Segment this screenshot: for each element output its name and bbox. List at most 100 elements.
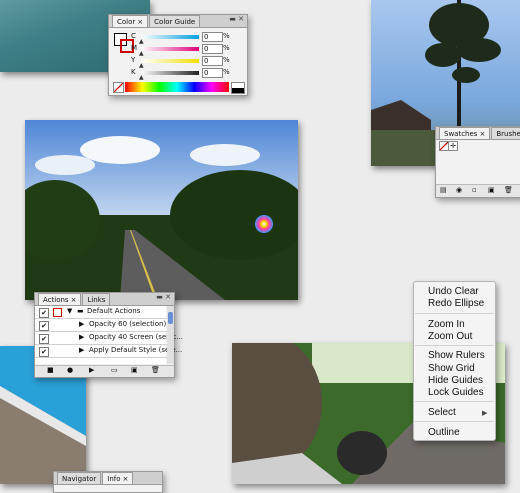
- folder-icon: ▬: [77, 307, 84, 315]
- color-panel-tabbar: Color × Color Guide ▬ ✕: [109, 15, 247, 28]
- actions-panel-tabbar: Actions × Links ▬ ✕: [35, 293, 174, 306]
- menu-item-show-rulers[interactable]: Show Rulers: [428, 350, 485, 361]
- show-kinds-icon[interactable]: ◉: [456, 186, 462, 194]
- actions-list: ✔ ▼ ▬ Default Actions ✔ ▶ Opacity 60 (se…: [35, 306, 183, 364]
- action-row[interactable]: ✔ ▶ Opacity 40 Screen (selec...: [35, 332, 183, 345]
- slider-thumb-icon[interactable]: ▲: [139, 74, 144, 81]
- play-icon[interactable]: ▶: [89, 366, 94, 374]
- actions-toolbar: ■ ● ▶ ▭ ▣ 🗑: [35, 365, 174, 377]
- color-spectrum-bar[interactable]: [125, 82, 229, 92]
- none-swatch-icon: [113, 82, 124, 93]
- scrollbar-thumb[interactable]: [168, 312, 173, 324]
- black-value-field[interactable]: 0: [202, 68, 223, 78]
- tab-actions[interactable]: Actions ×: [38, 293, 82, 305]
- stop-icon[interactable]: ■: [47, 366, 54, 374]
- checkmark-icon[interactable]: ✔: [39, 347, 49, 357]
- busy-spinner-icon: [255, 215, 273, 233]
- expand-arrow-icon[interactable]: ▶: [79, 320, 84, 328]
- black-label: K: [131, 68, 136, 76]
- action-set-label: Default Actions: [87, 307, 141, 315]
- tab-color-guide[interactable]: Color Guide: [149, 15, 201, 27]
- yellow-slider-row[interactable]: Y ▲ 0 %: [131, 56, 241, 69]
- new-set-icon[interactable]: ▭: [111, 366, 118, 374]
- swatch-registration[interactable]: ✛: [448, 141, 458, 151]
- actions-scrollbar[interactable]: [167, 306, 174, 364]
- expand-arrow-icon[interactable]: ▼: [67, 307, 72, 315]
- swatches-toolbar: ▤ ◉ ▫ ▣ 🗑: [436, 184, 520, 197]
- yellow-unit: %: [223, 56, 230, 64]
- menu-item-show-grid[interactable]: Show Grid: [428, 363, 475, 374]
- tab-brushes[interactable]: Brushes: [491, 127, 520, 139]
- menu-separator: [415, 313, 494, 314]
- close-icon[interactable]: ×: [479, 130, 485, 138]
- cyan-label: C: [131, 32, 136, 40]
- menu-separator: [415, 421, 494, 422]
- navigator-panel[interactable]: Navigator Info ×: [53, 471, 163, 493]
- magenta-label: M: [131, 44, 138, 52]
- cyan-slider-row[interactable]: C ▲ 0 %: [131, 32, 241, 45]
- swatch-library-icon[interactable]: ▤: [440, 186, 447, 194]
- tab-links[interactable]: Links: [82, 293, 111, 305]
- swatches-panel-tabbar: Swatches× Brushes: [436, 127, 520, 140]
- cyan-unit: %: [223, 32, 230, 40]
- record-icon[interactable]: ●: [67, 366, 73, 374]
- new-swatch-icon[interactable]: ▣: [488, 186, 495, 194]
- none-swatch[interactable]: [113, 82, 124, 93]
- panel-window-buttons[interactable]: ▬ ✕: [229, 15, 244, 23]
- delete-icon[interactable]: 🗑: [504, 186, 513, 194]
- magenta-slider[interactable]: [141, 47, 199, 51]
- cyan-slider[interactable]: [141, 35, 199, 39]
- tab-color[interactable]: Color ×: [112, 15, 149, 27]
- tab-swatches[interactable]: Swatches ×: [439, 127, 491, 139]
- close-icon[interactable]: ×: [123, 475, 129, 483]
- tab-navigator[interactable]: Navigator: [57, 472, 102, 484]
- menu-item-outline[interactable]: Outline: [428, 427, 460, 438]
- checkmark-icon[interactable]: ✔: [39, 308, 49, 318]
- panel-window-buttons[interactable]: ▬ ✕: [156, 293, 171, 301]
- menu-item-zoom-out[interactable]: Zoom Out: [428, 331, 472, 342]
- black-slider[interactable]: [141, 71, 199, 75]
- context-menu: Undo Clear Redo Ellipse Zoom In Zoom Out…: [413, 281, 496, 441]
- black-unit: %: [223, 68, 230, 76]
- action-set-row[interactable]: ✔ ▼ ▬ Default Actions: [35, 306, 170, 319]
- tab-info[interactable]: Info ×: [102, 472, 134, 484]
- yellow-value-field[interactable]: 0: [202, 56, 223, 66]
- menu-item-undo-clear[interactable]: Undo Clear: [428, 286, 479, 297]
- navigator-panel-tabbar: Navigator Info ×: [54, 472, 162, 485]
- magenta-slider-row[interactable]: M ▲ 0 %: [131, 44, 241, 57]
- menu-item-lock-guides[interactable]: Lock Guides: [428, 387, 484, 398]
- action-label: Opacity 60 (selection): [89, 320, 167, 328]
- yellow-slider[interactable]: [141, 59, 199, 63]
- road-landscape: [25, 120, 298, 300]
- menu-item-hide-guides[interactable]: Hide Guides: [428, 375, 483, 386]
- swatches-panel[interactable]: Swatches× Brushes ✛ ▤ ◉ ▫ ▣ 🗑: [435, 126, 520, 198]
- swatch-options-icon[interactable]: ▫: [472, 186, 477, 194]
- photo-road-center: [25, 120, 298, 300]
- expand-arrow-icon[interactable]: ▶: [79, 346, 84, 354]
- color-panel[interactable]: Color × Color Guide ▬ ✕ C ▲ 0 % M ▲ 0 % Y…: [108, 14, 248, 96]
- fill-stroke-swatch[interactable]: [114, 33, 134, 53]
- none-swatch-icon: [439, 141, 449, 151]
- menu-separator: [415, 345, 494, 346]
- action-row[interactable]: ✔ ▶ Apply Default Style (sele...: [35, 345, 182, 358]
- spectrum-white-black[interactable]: [231, 82, 245, 94]
- close-icon[interactable]: ×: [71, 296, 77, 304]
- checkmark-icon[interactable]: ✔: [39, 334, 49, 344]
- menu-item-redo-ellipse[interactable]: Redo Ellipse: [428, 298, 484, 309]
- actions-panel[interactable]: Actions × Links ▬ ✕ ✔ ▼ ▬ Default Actions…: [34, 292, 183, 378]
- dialog-toggle-icon[interactable]: [53, 308, 62, 317]
- close-icon[interactable]: ×: [137, 18, 143, 26]
- menu-item-zoom-in[interactable]: Zoom In: [428, 319, 465, 330]
- action-row[interactable]: ✔ ▶ Opacity 60 (selection): [35, 319, 170, 332]
- submenu-arrow-icon: ▶: [482, 410, 488, 417]
- expand-arrow-icon[interactable]: ▶: [79, 333, 84, 341]
- menu-separator: [415, 401, 494, 402]
- magenta-value-field[interactable]: 0: [202, 44, 223, 54]
- menu-item-select[interactable]: Select: [428, 407, 456, 418]
- yellow-label: Y: [131, 56, 136, 64]
- checkmark-icon[interactable]: ✔: [39, 321, 49, 331]
- delete-icon[interactable]: 🗑: [151, 366, 160, 374]
- cyan-value-field[interactable]: 0: [202, 32, 223, 42]
- new-action-icon[interactable]: ▣: [131, 366, 138, 374]
- black-slider-row[interactable]: K ▲ 0 %: [131, 68, 241, 81]
